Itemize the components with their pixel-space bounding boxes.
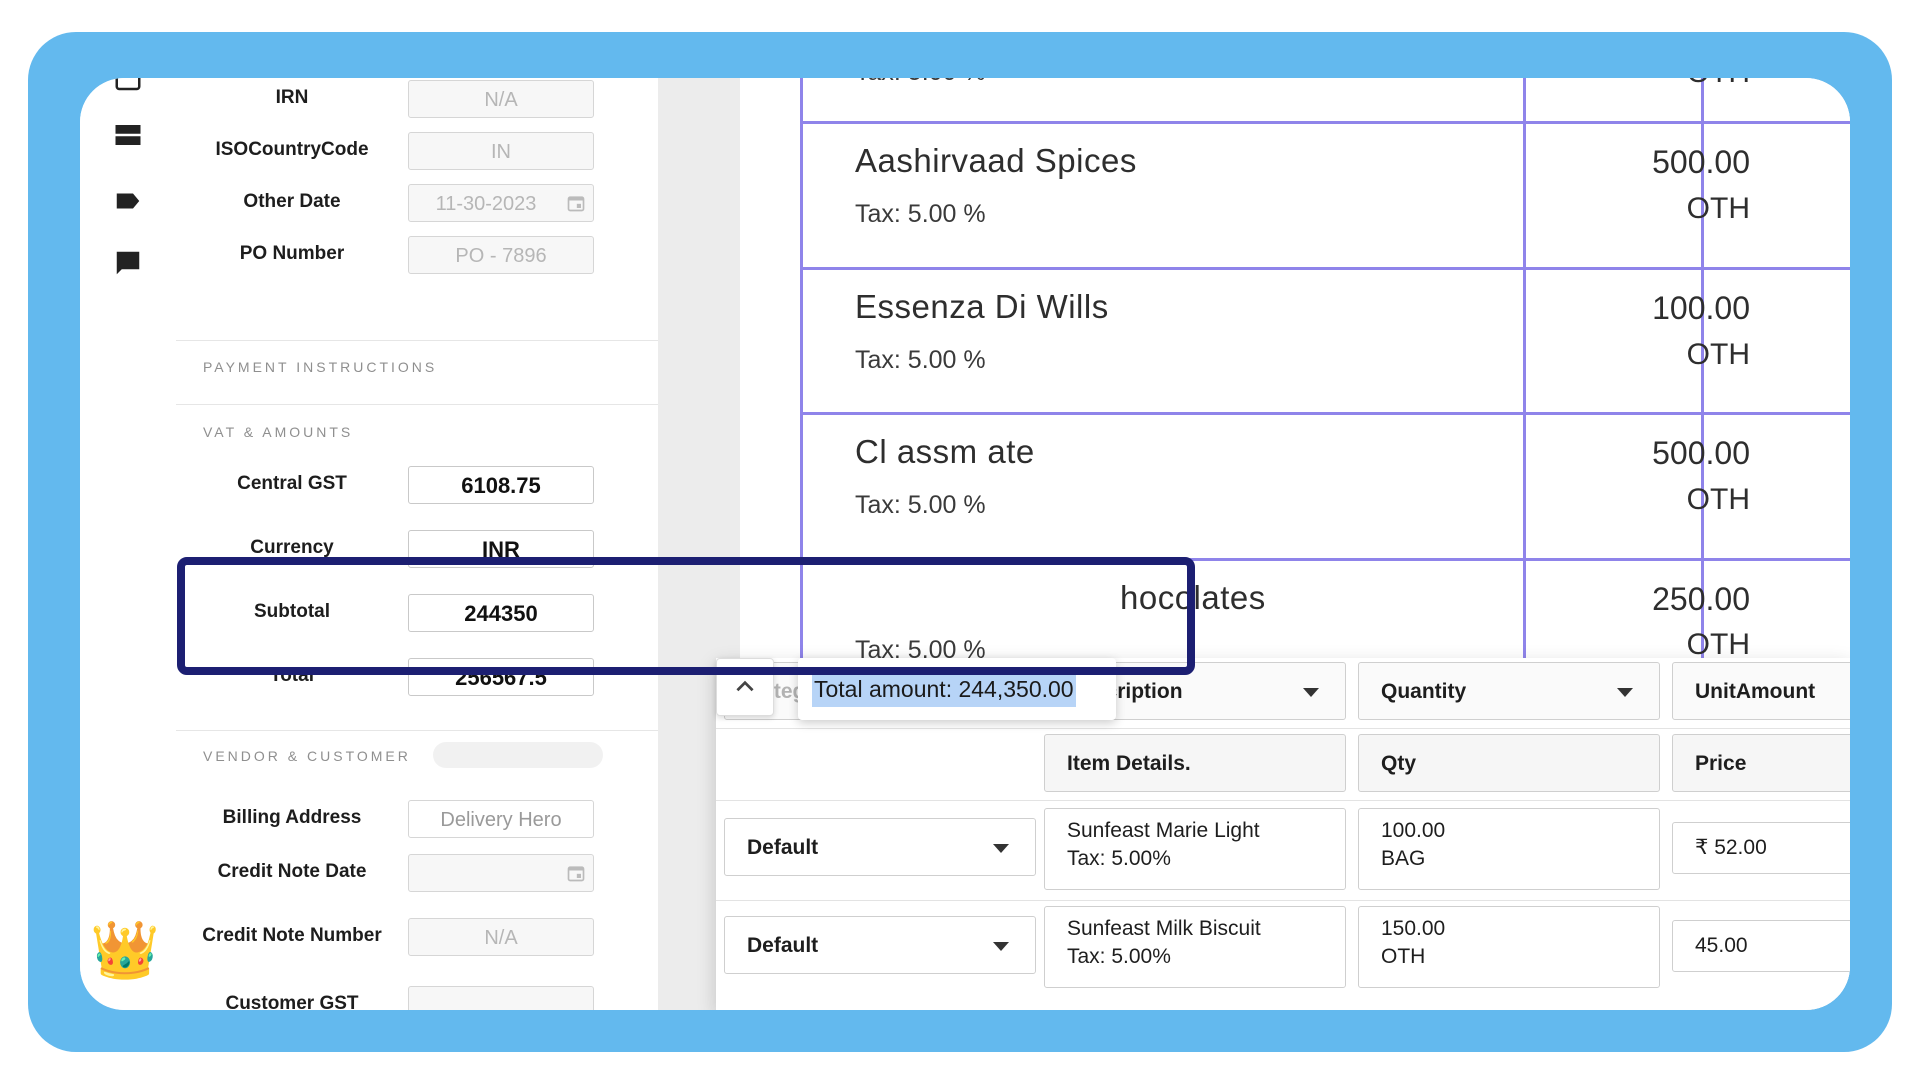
field-row-customer-gst: Customer GST xyxy=(176,982,658,1010)
section-title-payment: PAYMENT INSTRUCTIONS xyxy=(203,359,438,375)
field-label: Billing Address xyxy=(222,807,362,828)
other-date-field[interactable]: 11-30-2023 xyxy=(408,184,594,222)
invoice-fields-panel: IRN N/A ISOCountryCode IN Other Date 11-… xyxy=(176,78,659,1010)
field-label: Credit Note Number xyxy=(202,925,382,946)
chevron-down-icon xyxy=(993,942,1009,951)
column-header-unitamount[interactable]: UnitAmount xyxy=(1672,662,1850,720)
product-tax: Tax: 5.00 % xyxy=(855,491,986,519)
subheader-item-details: Item Details. xyxy=(1044,734,1346,792)
field-label: Credit Note Date xyxy=(217,861,367,882)
field-row-credit-note-date: Credit Note Date xyxy=(176,850,658,894)
section-title-vendor: VENDOR & CUSTOMER xyxy=(203,748,411,764)
field-label: ISOCountryCode xyxy=(215,139,369,160)
calendar-icon[interactable] xyxy=(566,863,586,883)
item-name: Sunfeast Marie Light xyxy=(1067,819,1260,842)
field-row-credit-note-number: Credit Note Number N/A xyxy=(176,914,658,958)
product-qty: 500.00 xyxy=(1652,435,1750,471)
grid-divider xyxy=(716,800,1850,801)
item-qty: 100.00 xyxy=(1381,819,1446,842)
total-amount-text: Total amount: 244,350.00 xyxy=(812,672,1076,707)
divider xyxy=(176,730,658,731)
product-unit: OTH xyxy=(1524,78,1750,90)
quantity-cell[interactable]: 100.00 BAG xyxy=(1358,808,1660,890)
category-select[interactable]: Default xyxy=(724,916,1036,974)
central-gst-field[interactable]: 6108.75 xyxy=(408,466,594,504)
column-header-quantity[interactable]: Quantity xyxy=(1358,662,1660,720)
product-name: Aashirvaad Spices xyxy=(855,142,1137,179)
field-row-other-date: Other Date 11-30-2023 xyxy=(176,180,658,224)
section-title-vat: VAT & AMOUNTS xyxy=(203,424,354,440)
field-label: Other Date xyxy=(243,191,341,212)
calendar-icon[interactable] xyxy=(566,193,586,213)
field-row-po-number: PO Number PO - 7896 xyxy=(176,232,658,276)
field-row-central-gst: Central GST 6108.75 xyxy=(176,462,658,506)
field-label: Customer GST xyxy=(225,993,359,1010)
product-tax: Tax: 5.00 % xyxy=(855,200,986,228)
table-rule xyxy=(800,412,1850,415)
divider xyxy=(176,340,658,341)
item-name: Sunfeast Milk Biscuit xyxy=(1067,917,1261,940)
product-unit: OTH xyxy=(1686,192,1750,225)
tag-icon[interactable] xyxy=(113,186,143,216)
chevron-down-icon xyxy=(1303,688,1319,697)
field-label: Central GST xyxy=(237,473,347,494)
chevron-down-icon xyxy=(993,844,1009,853)
grid-divider xyxy=(716,900,1850,901)
grid-divider xyxy=(716,728,1850,729)
storage-icon[interactable] xyxy=(113,120,143,150)
product-tax: Tax: 5.00 % xyxy=(855,78,986,87)
credit-note-number-field[interactable]: N/A xyxy=(408,918,594,956)
icon-rail: 👑 xyxy=(80,78,177,1010)
subheader-qty: Qty xyxy=(1358,734,1660,792)
app-window: 👑 IRN N/A ISOCountryCode IN Other Date 1… xyxy=(80,78,1850,1010)
credit-note-date-field[interactable] xyxy=(408,854,594,892)
price-cell[interactable]: 45.00 xyxy=(1672,920,1850,972)
billing-address-field[interactable]: Delivery Hero xyxy=(408,800,594,838)
item-qty: 150.00 xyxy=(1381,917,1446,940)
isocountrycode-field[interactable]: IN xyxy=(408,132,594,170)
item-unit: BAG xyxy=(1381,847,1426,870)
comment-icon[interactable] xyxy=(113,248,143,278)
po-number-field[interactable]: PO - 7896 xyxy=(408,236,594,274)
field-row-isocountrycode: ISOCountryCode IN xyxy=(176,128,658,172)
product-unit: OTH xyxy=(1686,628,1750,661)
table-rule xyxy=(800,267,1850,270)
column-header-label: UnitAmount xyxy=(1695,680,1816,703)
subheader-price: Price xyxy=(1672,734,1850,792)
product-name: Cl assm ate xyxy=(855,433,1035,470)
product-tax: Tax: 5.00 % xyxy=(855,346,986,374)
irn-field[interactable]: N/A xyxy=(408,80,594,118)
field-label: PO Number xyxy=(239,243,345,264)
divider xyxy=(176,404,658,405)
product-qty: 500.00 xyxy=(1652,144,1750,180)
chevron-up-icon xyxy=(736,680,754,692)
category-select[interactable]: Default xyxy=(724,818,1036,876)
description-cell[interactable]: Sunfeast Milk Biscuit Tax: 5.00% xyxy=(1044,906,1346,988)
highlight-box xyxy=(177,557,1195,675)
quantity-cell[interactable]: 150.00 OTH xyxy=(1358,906,1660,988)
field-label: IRN xyxy=(275,87,309,108)
column-header-label: Quantity xyxy=(1381,680,1467,703)
crown-icon[interactable]: 👑 xyxy=(90,920,160,980)
calendar-icon[interactable] xyxy=(113,78,143,94)
other-date-value: 11-30-2023 xyxy=(435,193,537,215)
chevron-down-icon xyxy=(1617,688,1633,697)
product-unit: OTH xyxy=(1686,338,1750,371)
item-tax: Tax: 5.00% xyxy=(1067,847,1171,870)
item-unit: OTH xyxy=(1381,945,1426,968)
product-qty: 250.00 xyxy=(1652,581,1750,617)
item-tax: Tax: 5.00% xyxy=(1067,945,1171,968)
category-value: Default xyxy=(747,934,819,957)
price-cell[interactable]: ₹ 52.00 xyxy=(1672,822,1850,874)
field-row-billing-address: Billing Address Delivery Hero xyxy=(176,796,658,840)
product-name: Essenza Di Wills xyxy=(855,288,1109,325)
customer-gst-field[interactable] xyxy=(408,986,594,1010)
field-row-irn: IRN N/A xyxy=(176,78,658,120)
description-cell[interactable]: Sunfeast Marie Light Tax: 5.00% xyxy=(1044,808,1346,890)
section-badge xyxy=(433,742,603,768)
table-rule xyxy=(800,121,1850,124)
category-value: Default xyxy=(747,836,819,859)
product-qty: 100.00 xyxy=(1652,290,1750,326)
product-unit: OTH xyxy=(1686,483,1750,516)
